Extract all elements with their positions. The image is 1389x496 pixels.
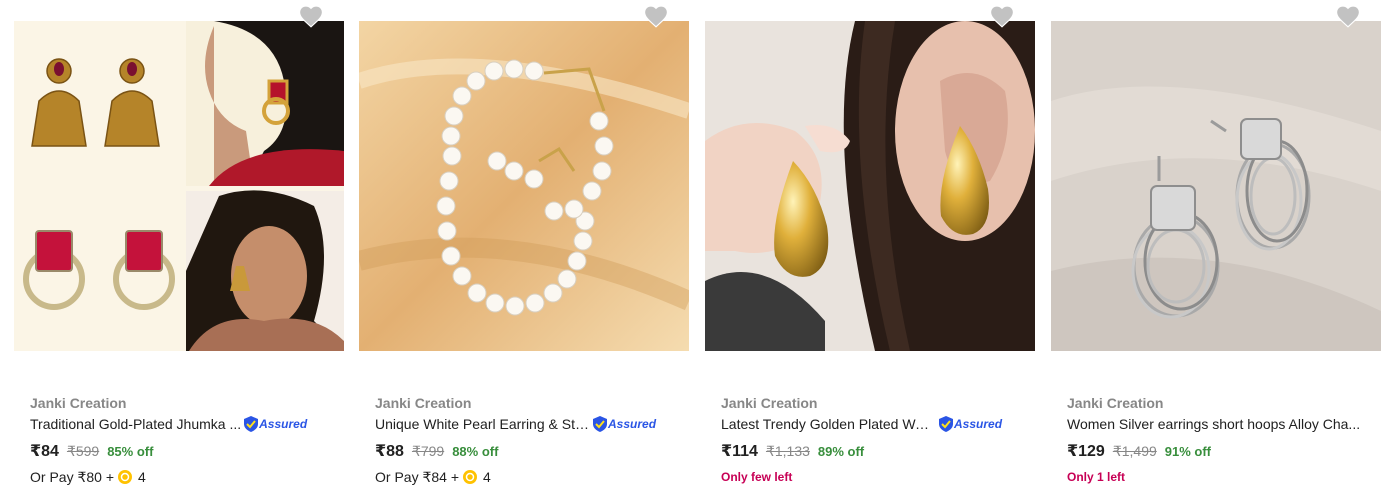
supercoin-icon [118,470,132,484]
stock-status: Only few left [721,470,793,484]
wishlist-heart-icon[interactable] [643,4,669,28]
product-image[interactable] [705,21,1035,351]
discount-label: 85% off [107,444,154,459]
brand-name: Janki Creation [721,395,818,411]
coin-pay-offer: Or Pay ₹80 + 4 [30,467,350,487]
assured-shield-icon [593,416,607,432]
product-info: Janki Creation Women Silver earrings sho… [1067,394,1387,487]
wishlist-heart-icon[interactable] [989,4,1015,28]
discount-label: 88% off [452,444,499,459]
assured-badge: Assured [244,416,307,432]
discount-label: 91% off [1164,444,1212,459]
product-card[interactable]: Janki Creation Women Silver earrings sho… [1037,0,1383,496]
original-price: ₹799 [411,443,445,459]
assured-badge: Assured [939,416,1002,432]
selling-price: ₹114 [721,443,758,460]
pay-text: Or Pay ₹84 + [375,468,459,485]
assured-shield-icon [244,416,259,432]
product-info: Janki Creation Traditional Gold-Plated J… [30,394,350,487]
stock-status: Only 1 left [1067,470,1126,484]
product-title[interactable]: Latest Trendy Golden Plated Wat... [721,414,936,434]
assured-label: Assured [608,417,657,431]
product-info: Janki Creation Unique White Pearl Earrin… [375,394,695,487]
product-title[interactable]: Unique White Pearl Earring & Stu... [375,414,590,434]
brand-name: Janki Creation [375,395,472,411]
wishlist-heart-icon[interactable] [298,4,324,28]
product-image[interactable] [1051,21,1381,351]
pay-text: Or Pay ₹80 + [30,468,114,485]
wishlist-heart-icon[interactable] [1335,4,1361,28]
assured-shield-icon [939,416,953,432]
discount-label: 89% off [817,444,865,459]
selling-price: ₹129 [1067,443,1105,460]
assured-label: Assured [954,417,1003,431]
product-image[interactable] [359,21,689,351]
coin-count: 4 [138,469,146,485]
original-price: ₹599 [66,443,100,459]
product-image[interactable] [14,21,344,351]
brand-name: Janki Creation [30,395,127,411]
product-info: Janki Creation Latest Trendy Golden Plat… [721,394,1041,487]
product-card[interactable]: Janki Creation Unique White Pearl Earrin… [345,0,691,496]
product-title[interactable]: Traditional Gold-Plated Jhumka ... [30,414,241,434]
assured-label: Assured [259,417,308,431]
product-card[interactable]: Janki Creation Traditional Gold-Plated J… [0,0,346,496]
coin-count: 4 [483,469,491,485]
supercoin-icon [463,470,477,484]
selling-price: ₹84 [30,443,59,460]
product-grid: Janki Creation Traditional Gold-Plated J… [0,0,1389,496]
original-price: ₹1,133 [765,443,810,459]
product-card[interactable]: Janki Creation Latest Trendy Golden Plat… [691,0,1037,496]
coin-pay-offer: Or Pay ₹84 + 4 [375,467,695,487]
assured-badge: Assured [593,416,656,432]
brand-name: Janki Creation [1067,395,1164,411]
selling-price: ₹88 [375,443,404,460]
original-price: ₹1,499 [1112,443,1157,459]
product-title[interactable]: Women Silver earrings short hoops Alloy … [1067,414,1360,434]
